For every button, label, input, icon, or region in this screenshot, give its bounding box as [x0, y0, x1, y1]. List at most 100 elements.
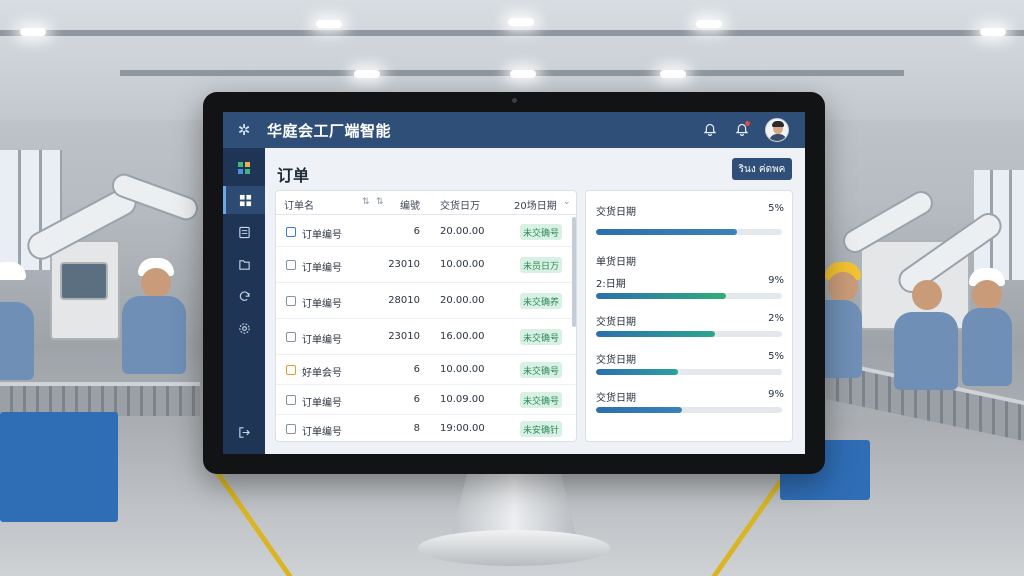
row-checkbox[interactable] — [286, 365, 296, 375]
settings-icon — [238, 322, 250, 334]
ceiling-lamp — [354, 70, 380, 78]
status-badge: 未交确号 — [520, 362, 562, 378]
order-name-cell: 好单会号 — [302, 368, 342, 379]
sidebar-item-settings[interactable] — [223, 314, 265, 342]
column-header-date[interactable]: 20场日期 — [514, 197, 557, 212]
row-checkbox[interactable] — [286, 227, 296, 237]
table-row[interactable]: 订单编号 6 10.09.00 未交确号 — [276, 385, 576, 415]
apps-grid-icon — [238, 162, 250, 174]
chevron-down-icon[interactable]: ⌄ — [563, 197, 571, 207]
ceiling-lamp — [980, 28, 1006, 36]
refresh-icon — [239, 290, 250, 301]
sidebar-item-documents[interactable] — [223, 218, 265, 246]
progress-fill — [596, 229, 738, 235]
progress-fill — [596, 407, 682, 413]
orders-table: 订单名 ⇅ ⇅ 编號 交货日万 20场日期 ⌄ 订单编号 6 20.00.00 未交确… — [275, 190, 577, 442]
sort-icon[interactable]: ⇅ — [362, 197, 370, 207]
status-badge: 未交确号 — [520, 392, 562, 408]
notification-dot — [745, 121, 750, 126]
progress-item: 交货日期 5% — [596, 351, 784, 381]
progress-fill — [596, 331, 716, 337]
order-name-cell: 订单编号 — [302, 427, 342, 438]
dashboard-icon — [239, 194, 252, 206]
page-title: 订单 — [277, 166, 310, 185]
ceiling-lamp — [316, 20, 342, 28]
sort-icon[interactable]: ⇅ — [376, 197, 384, 207]
order-code-cell: 6 — [413, 364, 420, 375]
order-amount-cell: 16.00.00 — [440, 331, 485, 342]
order-code-cell: 23010 — [388, 331, 420, 342]
order-name-cell: 订单编号 — [302, 299, 342, 310]
progress-label: 交货日期 — [596, 355, 636, 366]
progress-label: 单货日期 — [596, 257, 636, 268]
progress-item: 交货日期 2% — [596, 313, 784, 343]
user-avatar[interactable] — [765, 118, 789, 142]
row-checkbox[interactable] — [286, 395, 296, 405]
row-checkbox[interactable] — [286, 424, 296, 434]
ceiling-lamp — [660, 70, 686, 78]
machine-screen — [60, 262, 108, 300]
delivery-progress-panel: 交货日期 5% 单货日期 2:日期 9% 交货日期 2% 交货日期 5% 交货日期 9% — [585, 190, 793, 442]
progress-label: 2:日期 — [596, 279, 626, 290]
table-row[interactable]: 订单编号 6 20.00.00 未交确号 — [276, 217, 576, 247]
sidebar-item-logout[interactable] — [223, 418, 265, 446]
sidebar-item-sync[interactable] — [223, 282, 265, 310]
status-badge: 未交确号 — [520, 224, 562, 240]
order-code-cell: 28010 — [388, 295, 420, 306]
progress-value: 5% — [768, 203, 784, 214]
progress-value: 9% — [768, 389, 784, 400]
order-amount-cell: 20.00.00 — [440, 226, 485, 237]
order-name-cell: 订单编号 — [302, 335, 342, 346]
progress-value: 2% — [768, 313, 784, 324]
table-header: 订单名 ⇅ ⇅ 编號 交货日万 20场日期 ⌄ — [276, 191, 576, 215]
table-row[interactable]: 订单编号 23010 10.00.00 未员日万 — [276, 247, 576, 283]
table-row[interactable]: 订单编号 23010 16.00.00 未交确号 — [276, 319, 576, 355]
ceiling-lamp — [20, 28, 46, 36]
logout-icon — [238, 426, 250, 438]
table-row[interactable]: 订单编号 8 19:00.00 未安确针 — [276, 415, 576, 441]
column-header-code[interactable]: 编號 — [400, 197, 420, 212]
row-checkbox[interactable] — [286, 296, 296, 306]
document-icon — [238, 226, 250, 238]
ceiling-beam — [0, 30, 1024, 36]
order-amount-cell: 10.00.00 — [440, 364, 485, 375]
monitor-base — [418, 530, 610, 566]
webcam — [512, 98, 517, 103]
sidebar — [223, 148, 265, 454]
primary-action-button[interactable]: รินง ค่ดพค — [732, 158, 792, 180]
order-code-cell: 6 — [413, 226, 420, 237]
order-code-cell: 6 — [413, 394, 420, 405]
order-amount-cell: 20.00.00 — [440, 295, 485, 306]
sidebar-item-dashboard[interactable] — [223, 186, 265, 214]
conveyor-belt — [0, 382, 200, 416]
ceiling-lamp — [696, 20, 722, 28]
row-checkbox[interactable] — [286, 332, 296, 342]
order-name-cell: 订单编号 — [302, 263, 342, 274]
column-header-order-name[interactable]: 订单名 — [284, 197, 314, 212]
alert-bell-icon[interactable] — [733, 121, 751, 139]
progress-item: 2:日期 9% — [596, 275, 784, 305]
ceiling-lamp — [508, 18, 534, 26]
sidebar-item-files[interactable] — [223, 250, 265, 278]
progress-label: 交货日期 — [596, 393, 636, 404]
sidebar-item-apps[interactable] — [223, 154, 265, 182]
order-amount-cell: 19:00.00 — [440, 423, 485, 434]
blue-cabinet — [0, 412, 118, 522]
main-content: 订单 รินง ค่ดพค 订单名 ⇅ ⇅ 编號 交货日万 20场日期 ⌄ 订单… — [265, 148, 805, 454]
bell-icon[interactable] — [701, 121, 719, 139]
table-row[interactable]: 订单编号 28010 20.00.00 未交确养 — [276, 283, 576, 319]
progress-item: 交货日期 9% — [596, 389, 784, 419]
column-header-delivery[interactable]: 交货日万 — [440, 197, 480, 212]
status-badge: 未交确养 — [520, 293, 562, 309]
order-amount-cell: 10.00.00 — [440, 259, 485, 270]
folder-icon — [238, 259, 250, 270]
row-checkbox[interactable] — [286, 260, 296, 270]
table-row[interactable]: 好单会号 6 10.00.00 未交确号 — [276, 355, 576, 385]
table-scrollbar[interactable] — [572, 217, 576, 327]
order-code-cell: 23010 — [388, 259, 420, 270]
progress-fill — [596, 293, 727, 299]
status-badge: 未员日万 — [520, 257, 562, 273]
order-name-cell: 订单编号 — [302, 398, 342, 409]
order-name-cell: 订单编号 — [302, 230, 342, 241]
status-badge: 未交确号 — [520, 329, 562, 345]
